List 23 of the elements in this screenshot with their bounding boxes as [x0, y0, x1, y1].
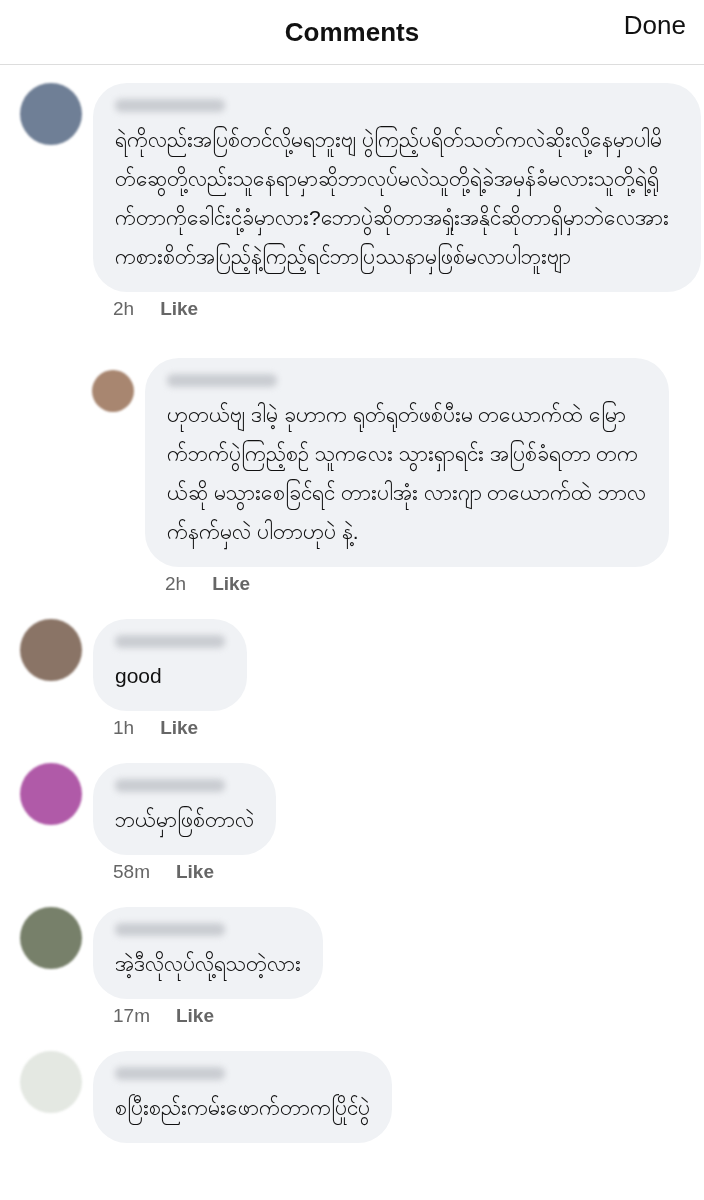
- timestamp: 1h: [113, 717, 135, 739]
- comment-text: ရဲကိုလည်းအပြစ်တင်လို့မရဘူးဗျ ပွဲကြည့်ပရိတ်သတ်ကလဲဆိုးလို့နေမှာပါမိတ်ဆွေတို့လည်းသူနေရာမှာဆိုဘာလုပ်မလဲသူတို့ရဲ့ခဲအမှန်ခံမလားသူတို့ရဲ့ရိုက်တာကိုခေါင်းငုံ့ခံမှာလား?ဘောပွဲဆိုတာအရှုံးအနိုင်ဆိုတာရှိမှာဘဲလေအားကစားစိတ်အပြည့်နဲ့ကြည့်ရင်ဘာပြဿနာမှဖြစ်မလာပါဘူးဗျာ: [115, 120, 679, 276]
- avatar[interactable]: [20, 619, 82, 681]
- timestamp: 58m: [113, 861, 150, 883]
- timestamp: 2h: [113, 298, 135, 320]
- like-button[interactable]: Like: [175, 861, 214, 883]
- comment-text: စပြီးစည်းကမ်းဖောက်တာကပြိုင်ပွဲ: [115, 1088, 370, 1127]
- like-button[interactable]: Like: [212, 573, 251, 595]
- like-button[interactable]: Like: [160, 717, 199, 739]
- timestamp: 17m: [113, 1005, 150, 1027]
- avatar[interactable]: [20, 83, 82, 145]
- done-button[interactable]: Done: [623, 10, 686, 41]
- like-button[interactable]: Like: [175, 1005, 214, 1027]
- avatar[interactable]: [20, 763, 82, 825]
- comment-text: ဟုတယ်ဗျ ဒါမဲ့ ခုဟာက ရုတ်ရုတ်ဖစ်ပီးမ တယောက်ထဲ မြောက်ဘက်ပွဲကြည့်စဉ် သူကလေး သွားရှာရင်း အပြစ်ခံရတာ တကယ်ဆို မသွားစေခြင်ရင် တားပါအုံး လားဂျာ တယောက်ထဲ ဘာလက်နက်မှလဲ ပါတာဟုပဲ နဲ့.: [167, 395, 647, 551]
- avatar[interactable]: [20, 907, 82, 969]
- comment-text: အဲ့ဒီလိုလုပ်လို့ရသတဲ့လား: [115, 944, 301, 983]
- screen-title: Comments: [284, 16, 420, 48]
- comment-text: ဘယ်မှာဖြစ်တာလဲ: [115, 800, 254, 839]
- timestamp: 2h: [165, 573, 187, 595]
- comment-text: good: [115, 663, 163, 689]
- like-button[interactable]: Like: [160, 298, 199, 320]
- avatar[interactable]: [92, 370, 134, 412]
